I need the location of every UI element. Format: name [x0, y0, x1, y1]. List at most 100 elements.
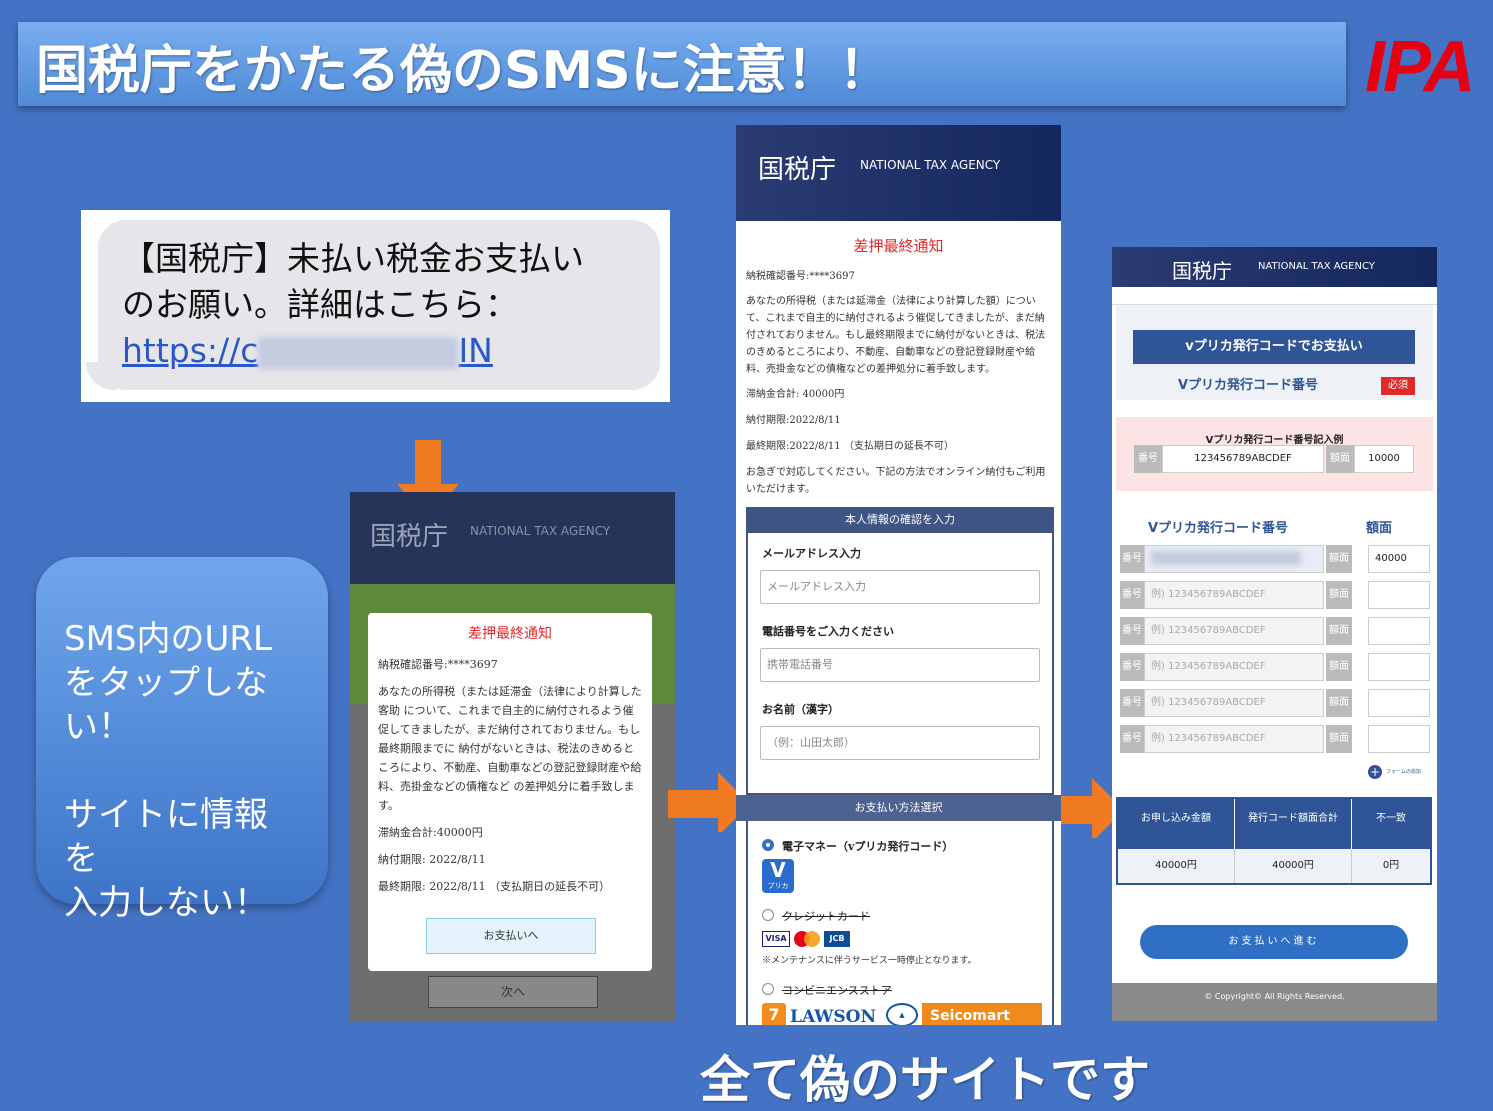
- p2-phone-input[interactable]: 携帯電話番号: [760, 648, 1040, 682]
- jcb-logo: JCB: [824, 931, 850, 947]
- p1-total: 滞納金合計:40000円: [378, 826, 483, 839]
- p3-example-tag-number: 番号: [1134, 445, 1162, 473]
- sms-line-2: のお願い。詳細はこちら：: [122, 285, 518, 324]
- p1-header-title: 国税庁: [370, 522, 449, 552]
- p2-email-label: メールアドレス入力: [762, 547, 861, 560]
- p3-add-form-label[interactable]: フォームの追加: [1386, 768, 1421, 775]
- p2-option-emoney: 電子マネー（vプリカ発行コード）: [782, 840, 954, 853]
- p3-row-tag-amount: 額面: [1326, 725, 1352, 753]
- p3-td-applied: 40000円: [1118, 849, 1235, 883]
- p3-proceed-button[interactable]: お支払いへ進む: [1140, 925, 1408, 959]
- p2-option-convenience: コンビニエンスストア: [782, 984, 892, 997]
- p3-td-total: 40000円: [1235, 849, 1352, 883]
- p2-email-input[interactable]: メールアドレス入力: [760, 570, 1040, 604]
- p3-row-tag-number: 番号: [1120, 653, 1144, 681]
- p1-pay-button[interactable]: お支払いへ: [426, 918, 596, 954]
- p1-final: 最終期限: 2022/8/11 （支払期日の延長不可）: [378, 880, 611, 893]
- p3-row-code-input[interactable]: 例) 123456789ABCDEF: [1144, 689, 1324, 717]
- p3-row-tag-number: 番号: [1120, 617, 1144, 645]
- warning-line-3: サイトに情報を: [64, 795, 268, 879]
- p3-th-total: 発行コード額面合計: [1235, 799, 1352, 849]
- p3-row-tag-number: 番号: [1120, 545, 1144, 573]
- p2-option-credit: クレジットカード: [782, 910, 870, 923]
- phone-screenshot-2: 国税庁 NATIONAL TAX AGENCY 差押最終通知 納税確認番号:**…: [736, 125, 1061, 1025]
- p1-body: あなたの所得税（または延滞金（法律により計算した客助 について、これまで自主的に…: [378, 685, 642, 812]
- p3-row-amount-input[interactable]: [1368, 653, 1430, 681]
- visa-logo: VISA: [762, 931, 790, 947]
- p3-row-amount-input[interactable]: [1368, 689, 1430, 717]
- p2-maintenance-note: ※メンテナンスに伴うサービス一時停止となります。: [762, 956, 977, 966]
- p3-row-amount-input[interactable]: [1368, 581, 1430, 609]
- p1-header-sub: NATIONAL TAX AGENCY: [470, 524, 611, 538]
- mastercard-logo: [794, 931, 820, 947]
- seven-eleven-logo: 7: [762, 1003, 786, 1025]
- p3-example-title: Vプリカ発行コード番号記入例: [1205, 435, 1344, 446]
- p3-row-code-input[interactable]: 例) 123456789ABCDEF: [1144, 653, 1324, 681]
- p3-example-tag-amount: 額面: [1326, 445, 1354, 473]
- p3-header-sub: NATIONAL TAX AGENCY: [1258, 261, 1375, 272]
- sms-link-start: https://c: [122, 331, 259, 370]
- p3-row-tag-amount: 額面: [1326, 617, 1352, 645]
- p1-confirm-no: 納税確認番号:****3697: [378, 658, 498, 671]
- ipa-logo: IPA: [1365, 27, 1476, 107]
- p3-col-code: Vプリカ発行コード番号: [1148, 521, 1289, 536]
- p3-row-code-input[interactable]: 例) 123456789ABCDEF: [1144, 581, 1324, 609]
- p2-phone-label: 電話番号をご入力ください: [762, 625, 894, 638]
- warning-line-2: をタップしない！: [64, 663, 268, 747]
- p3-row-tag-number: 番号: [1120, 725, 1144, 753]
- p3-row-tag-amount: 額面: [1326, 545, 1352, 573]
- p2-radio-emoney[interactable]: [762, 839, 774, 851]
- p3-vpreca-pay-button[interactable]: vプリカ発行コードでお支払い: [1133, 330, 1415, 364]
- p3-td-mismatch: 0円: [1352, 849, 1430, 883]
- p3-header-title: 国税庁: [1172, 259, 1232, 283]
- p3-row-tag-amount: 額面: [1326, 581, 1352, 609]
- p3-th-mismatch: 不一致: [1352, 799, 1430, 849]
- vpreca-logo: V プリカ: [762, 859, 794, 893]
- p3-footer: © Copyright© All Rights Reserved.: [1112, 983, 1437, 1021]
- p2-name-label: お名前（漢字）: [762, 703, 839, 716]
- p2-final: 最終期限:2022/8/11 （支払期日の延長不可）: [746, 441, 954, 452]
- p3-example-amount: 10000: [1354, 445, 1414, 473]
- p1-next-button[interactable]: 次へ: [428, 976, 598, 1008]
- p2-header-title: 国税庁: [758, 155, 837, 185]
- p2-body: あなたの所得税（または延滞金（法律により計算した額）について、これまで自主的に納…: [746, 296, 1046, 375]
- p3-row-tag-amount: 額面: [1326, 653, 1352, 681]
- p3-row-amount-input[interactable]: 40000: [1368, 545, 1430, 573]
- vpreca-letter: V: [770, 858, 786, 882]
- p3-code-rows: 番号 額面 40000 番号 例) 123456789ABCDEF 額面 番号 …: [1112, 545, 1437, 785]
- sms-line-1: 【国税庁】未払い税金お支払い: [122, 239, 584, 278]
- p2-notice: お急ぎで対応してください。下記の方法でオンライン納付もご利用いただけます。: [746, 467, 1046, 495]
- warning-box: SMS内のURL をタップしない！ サイトに情報を 入力しない！: [36, 557, 328, 923]
- p2-radio-credit[interactable]: [762, 909, 774, 921]
- add-form-icon[interactable]: +: [1368, 765, 1382, 779]
- p3-th-applied: お申し込み金額: [1118, 799, 1235, 849]
- required-badge: 必須: [1381, 377, 1415, 395]
- sms-bubble: 【国税庁】未払い税金お支払い のお願い。詳細はこちら： https://c IN: [98, 220, 660, 390]
- p1-due: 納付期限: 2022/8/11: [378, 853, 486, 866]
- blurred-code: [1151, 551, 1301, 565]
- p2-radio-convenience[interactable]: [762, 983, 774, 995]
- p2-name-input[interactable]: （例：山田太郎）: [760, 726, 1040, 760]
- blurred-url: [258, 336, 459, 369]
- p3-example-code: 123456789ABCDEF: [1162, 445, 1324, 473]
- sms-link[interactable]: https://c IN: [122, 328, 636, 374]
- p3-row-amount-input[interactable]: [1368, 617, 1430, 645]
- p1-modal-title: 差押最終通知: [468, 626, 552, 642]
- p2-total: 滞納金合計: 40000円: [746, 389, 845, 400]
- p2-confirm-no: 納税確認番号:****3697: [746, 271, 855, 282]
- p2-due: 納付期限:2022/8/11: [746, 415, 841, 426]
- p2-section-payment: お支払い方法選択: [736, 795, 1061, 821]
- p2-heading: 差押最終通知: [853, 237, 944, 255]
- p2-header-sub: NATIONAL TAX AGENCY: [860, 158, 1001, 172]
- p3-row-amount-input[interactable]: [1368, 725, 1430, 753]
- phone-screenshot-3: 国税庁 NATIONAL TAX AGENCY vプリカ発行コードでお支払い V…: [1112, 247, 1437, 1021]
- warning-line-1: SMS内のURL: [64, 619, 272, 659]
- p3-row-code-input[interactable]: 例) 123456789ABCDEF: [1144, 617, 1324, 645]
- p3-row-tag-amount: 額面: [1326, 689, 1352, 717]
- ministop-logo: ▲: [886, 1003, 918, 1025]
- p3-code-label: Vプリカ発行コード番号: [1178, 378, 1319, 393]
- p3-row-code-input[interactable]: [1144, 545, 1324, 573]
- p3-row-tag-number: 番号: [1120, 581, 1144, 609]
- p3-col-amount: 額面: [1366, 521, 1393, 536]
- p3-row-code-input[interactable]: 例) 123456789ABCDEF: [1144, 725, 1324, 753]
